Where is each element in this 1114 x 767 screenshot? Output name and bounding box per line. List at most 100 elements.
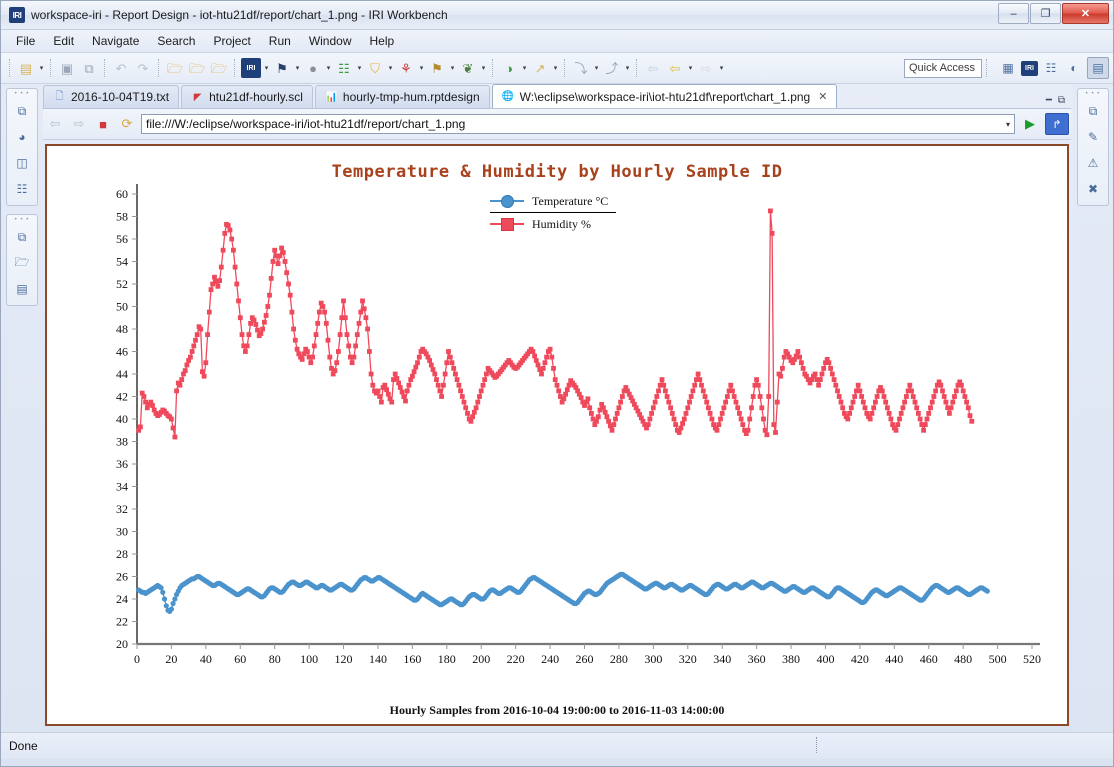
data-masking-icon: ⚘: [400, 60, 412, 76]
next-annotation-button[interactable]: ⇨ ▾: [695, 56, 726, 80]
back-icon[interactable]: ⇦: [45, 114, 65, 134]
navigator-view-icon[interactable]: 🗁: [11, 252, 33, 274]
menu-item-edit[interactable]: Edit: [44, 32, 83, 50]
chevron-down-icon[interactable]: ▾: [479, 58, 488, 78]
problems-view-icon[interactable]: ⚠: [1082, 152, 1104, 174]
data-masking-button[interactable]: ⚘ ▾: [395, 56, 426, 80]
previous-annotation-button[interactable]: ⇦ ▾: [664, 56, 695, 80]
chevron-down-icon[interactable]: ▾: [417, 58, 426, 78]
chevron-down-icon[interactable]: ▾: [37, 58, 46, 78]
menu-item-search[interactable]: Search: [148, 32, 204, 50]
books-button[interactable]: ☷ ▾: [333, 56, 364, 80]
import-button[interactable]: ⤵ ▾: [570, 56, 601, 80]
rail-grip[interactable]: • • •: [15, 217, 30, 224]
toolbar-separator: [564, 59, 566, 77]
redo-button[interactable]: ↷: [132, 56, 154, 80]
minimize-editor-icon[interactable]: ━: [1046, 95, 1052, 106]
perspective-iri-icon[interactable]: IRI: [1021, 60, 1038, 76]
data-explorer-view-icon[interactable]: ☷: [11, 178, 33, 200]
rail-grip[interactable]: • • •: [1086, 91, 1101, 98]
palette-view-icon[interactable]: ◕: [11, 126, 33, 148]
go-icon[interactable]: ▶: [1019, 114, 1041, 134]
chevron-down-icon[interactable]: ▾: [623, 58, 632, 78]
bomb-icon: ●: [309, 60, 317, 76]
forward-icon[interactable]: ⇨: [69, 114, 89, 134]
open-folder-3-button[interactable]: 🗁: [208, 56, 230, 80]
minimize-button[interactable]: –: [998, 3, 1029, 24]
y-tick-label: 22: [116, 615, 128, 629]
restore-view-icon[interactable]: ⧉: [11, 100, 33, 122]
bird-button[interactable]: ❦ ▾: [457, 56, 488, 80]
x-tick-label: 260: [576, 652, 594, 666]
back-history-button[interactable]: ⇦: [642, 56, 664, 80]
chart-image-viewer: Temperature & Humidity by Hourly Sample …: [45, 144, 1069, 726]
quick-access-input[interactable]: Quick Access: [904, 58, 982, 78]
bomb-button[interactable]: ● ▾: [302, 56, 333, 80]
left-rail: • • • ⧉ ◕ ◫ ☷ • • • ⧉ 🗁 ▤: [1, 84, 43, 732]
menu-item-navigate[interactable]: Navigate: [83, 32, 148, 50]
x-tick-label: 320: [679, 652, 697, 666]
refresh-icon[interactable]: ⟳: [117, 114, 137, 134]
y-tick-label: 48: [116, 322, 128, 336]
chevron-down-icon[interactable]: ▾: [520, 58, 529, 78]
import-icon: ⤵: [574, 60, 588, 76]
open-perspective-icon[interactable]: ▦: [998, 58, 1018, 78]
x-tick-label: 80: [269, 652, 281, 666]
person-running-button[interactable]: ⚑ ▾: [426, 56, 457, 80]
shield-button[interactable]: ⛉ ▾: [364, 56, 395, 80]
chevron-down-icon[interactable]: ▾: [262, 58, 271, 78]
chevron-down-icon[interactable]: ▾: [551, 58, 560, 78]
editor-tab-2[interactable]: 📊 hourly-tmp-hum.rptdesign: [314, 85, 490, 108]
error-log-view-icon[interactable]: ✖: [1082, 178, 1104, 200]
restore-view-2-icon[interactable]: ⧉: [11, 226, 33, 248]
export-button[interactable]: ⤴ ▾: [601, 56, 632, 80]
chevron-down-icon[interactable]: ▾: [592, 58, 601, 78]
chevron-down-icon[interactable]: ▾: [686, 58, 695, 78]
undo-button[interactable]: ↶: [110, 56, 132, 80]
open-external-icon[interactable]: ↱: [1045, 113, 1069, 135]
tab-close-icon[interactable]: ✕: [818, 90, 827, 103]
perspective-resource-icon[interactable]: ☷: [1041, 58, 1061, 78]
open-folder-2-button[interactable]: 🗁: [186, 56, 208, 80]
property-editor-view-icon[interactable]: ▤: [11, 278, 33, 300]
chevron-down-icon[interactable]: ▾: [386, 58, 395, 78]
menu-item-project[interactable]: Project: [204, 32, 259, 50]
save-button[interactable]: ▣: [56, 56, 78, 80]
new-wizard-button[interactable]: ▤ ▾: [15, 56, 46, 80]
database-run-button[interactable]: ◑ ▾: [498, 56, 529, 80]
close-button[interactable]: ✕: [1062, 3, 1109, 24]
open-folder-button[interactable]: 🗁: [164, 56, 186, 80]
outline-edit-view-icon[interactable]: ✎: [1082, 126, 1104, 148]
url-dropdown-icon[interactable]: ▾: [1006, 120, 1010, 129]
flag-button[interactable]: ⚑ ▾: [271, 56, 302, 80]
maximize-button[interactable]: ❐: [1030, 3, 1061, 24]
menu-item-file[interactable]: File: [7, 32, 44, 50]
chevron-down-icon[interactable]: ▾: [717, 58, 726, 78]
editor-tab-3[interactable]: 🌐 W:\eclipse\workspace-iri\iot-htu21df\re…: [491, 84, 838, 108]
open-folder-icon: 🗁: [166, 60, 184, 76]
chevron-down-icon[interactable]: ▾: [448, 58, 457, 78]
editor-tab-1[interactable]: ◤ htu21df-hourly.scl: [181, 85, 313, 108]
rail-grip[interactable]: • • •: [15, 91, 30, 98]
perspective-team-icon[interactable]: ◐: [1064, 58, 1084, 78]
menu-item-window[interactable]: Window: [300, 32, 361, 50]
workbench-body: • • • ⧉ ◕ ◫ ☷ • • • ⧉ 🗁 ▤ 🗋 2016-10-04T19.txt ◤ htu…: [1, 84, 1113, 732]
editor-tab-0[interactable]: 🗋 2016-10-04T19.txt: [43, 85, 180, 108]
toolbar-separator: [50, 59, 52, 77]
save-all-button[interactable]: ⧉: [78, 56, 100, 80]
chevron-down-icon[interactable]: ▾: [324, 58, 333, 78]
menu-item-run[interactable]: Run: [260, 32, 300, 50]
restore-view-icon[interactable]: ⧉: [1082, 100, 1104, 122]
outline-view-icon[interactable]: ◫: [11, 152, 33, 174]
flag-icon: ⚑: [276, 60, 288, 76]
stop-icon[interactable]: ■: [93, 114, 113, 134]
chevron-down-icon[interactable]: ▾: [355, 58, 364, 78]
chevron-down-icon[interactable]: ▾: [293, 58, 302, 78]
url-input[interactable]: file:///W:/eclipse/workspace-iri/iot-htu…: [141, 114, 1015, 134]
menu-item-help[interactable]: Help: [361, 32, 404, 50]
perspective-report-design-icon[interactable]: ▤: [1087, 57, 1109, 79]
x-tick-label: 440: [885, 652, 903, 666]
iri-workbench-button[interactable]: IRI ▾: [240, 56, 271, 80]
rocket-run-button[interactable]: ↗ ▾: [529, 56, 560, 80]
maximize-editor-icon[interactable]: ⧉: [1058, 95, 1065, 106]
